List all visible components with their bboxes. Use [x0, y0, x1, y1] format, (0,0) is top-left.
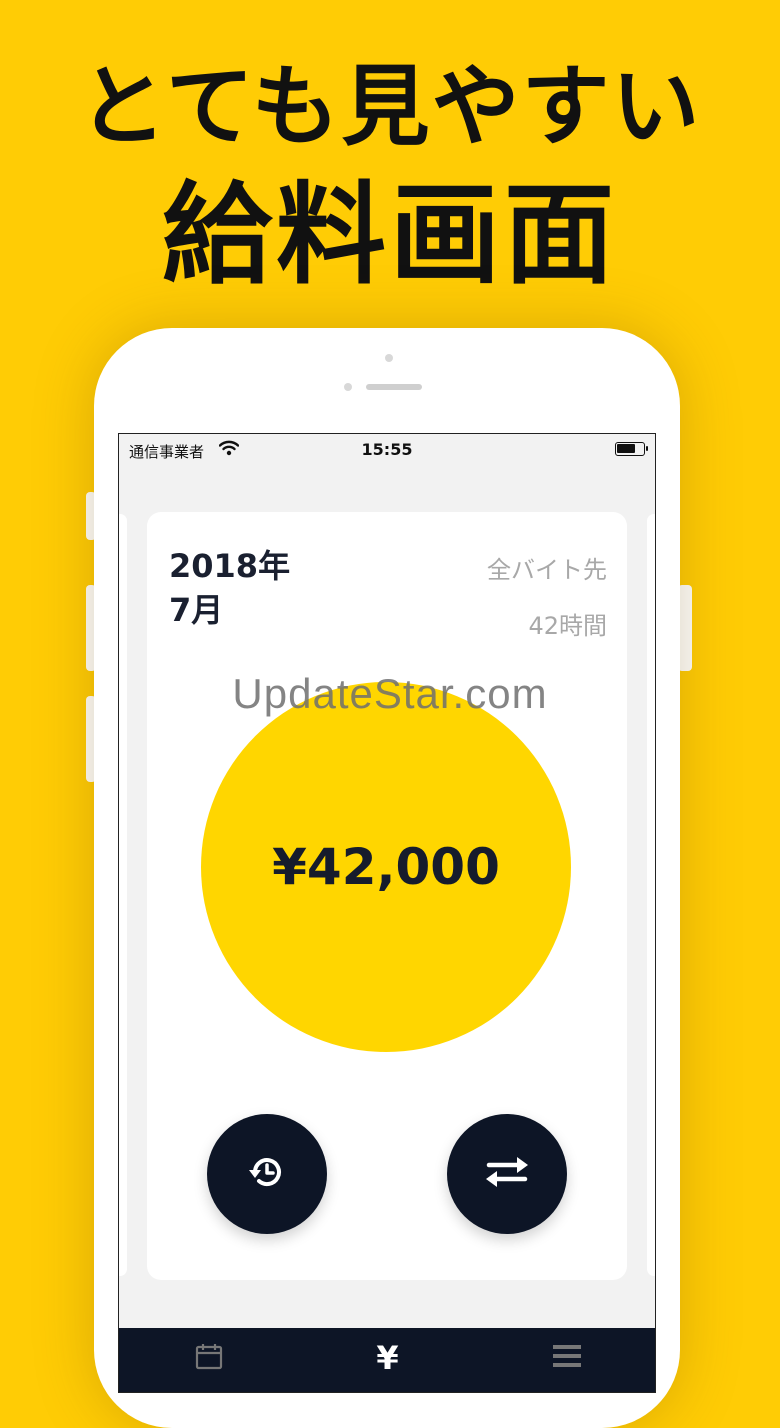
next-card-peek[interactable] — [647, 514, 655, 1276]
history-button[interactable] — [207, 1114, 327, 1234]
menu-icon — [552, 1343, 582, 1373]
switch-button[interactable] — [447, 1114, 567, 1234]
swap-arrows-icon — [483, 1152, 531, 1196]
calendar-icon — [195, 1342, 223, 1374]
period-year: 2018年 — [169, 547, 291, 585]
status-time: 15:55 — [361, 440, 413, 459]
period-month: 7月 — [169, 591, 224, 629]
workplace-scope: 全バイト先 — [487, 556, 607, 584]
salary-summary-card[interactable]: 2018年 7月 全バイト先 42時間 ¥42,000 — [147, 512, 627, 1280]
salary-circle: ¥42,000 — [201, 682, 571, 1052]
total-hours: 42時間 — [528, 612, 607, 640]
status-bar: 通信事業者 15:55 — [119, 434, 655, 466]
headline-line1: とても見やすい — [78, 55, 702, 158]
prev-card-peek[interactable] — [119, 514, 127, 1276]
tab-salary[interactable]: ¥ — [298, 1328, 477, 1388]
phone-power-button — [678, 585, 692, 671]
app-screen: 通信事業者 15:55 2018年 7月 全バイト先 42時間 ¥42,000 — [118, 433, 656, 1393]
salary-amount: ¥42,000 — [272, 838, 500, 896]
earpiece-speaker — [366, 384, 422, 390]
tab-bar: ¥ — [119, 1328, 655, 1392]
sensor-dot — [344, 383, 352, 391]
history-icon — [245, 1150, 289, 1198]
battery-icon — [615, 442, 648, 456]
headline-line2: 給料画面 — [162, 171, 618, 299]
yen-icon: ¥ — [376, 1339, 399, 1377]
tab-menu[interactable] — [477, 1328, 655, 1388]
watermark-text: UpdateStar.com — [232, 670, 548, 717]
tab-calendar[interactable] — [119, 1328, 298, 1388]
period-label: 2018年 7月 — [169, 544, 290, 632]
camera-dot — [385, 354, 393, 362]
